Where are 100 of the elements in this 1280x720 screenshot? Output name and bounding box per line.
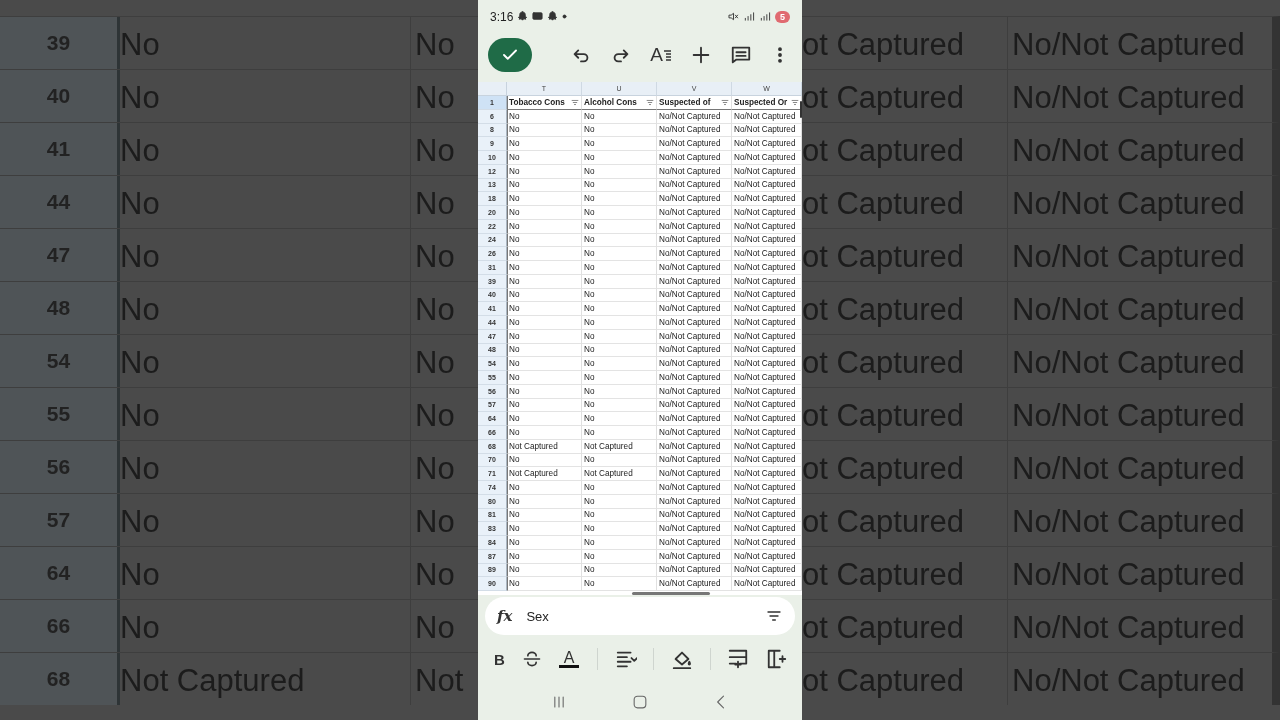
table-cell[interactable]: No bbox=[507, 371, 582, 385]
table-cell[interactable]: No bbox=[582, 233, 657, 248]
table-cell[interactable]: No bbox=[507, 343, 582, 358]
scroll-thumb[interactable] bbox=[632, 592, 710, 595]
table-cell[interactable]: Not Captured bbox=[507, 467, 582, 481]
table-cell[interactable]: No bbox=[582, 219, 657, 234]
table-cell[interactable]: No bbox=[507, 247, 582, 261]
table-cell[interactable]: No bbox=[582, 247, 657, 261]
comment-icon[interactable] bbox=[730, 44, 752, 66]
table-cell[interactable]: No bbox=[507, 109, 582, 124]
table-cell[interactable]: Not Captured bbox=[582, 467, 657, 481]
strikethrough-icon[interactable] bbox=[521, 649, 542, 669]
table-cell[interactable]: No bbox=[582, 288, 657, 303]
header-cell[interactable]: Suspected of bbox=[657, 96, 732, 110]
table-cell[interactable]: No/Not Captured bbox=[657, 192, 732, 206]
table-cell[interactable]: No bbox=[582, 371, 657, 385]
table-cell[interactable]: No bbox=[582, 426, 657, 440]
insert-row-icon[interactable] bbox=[727, 648, 750, 670]
table-cell[interactable]: No bbox=[582, 453, 657, 468]
table-cell[interactable]: No bbox=[582, 261, 657, 275]
table-cell[interactable]: No/Not Captured bbox=[657, 481, 732, 495]
table-cell[interactable]: No/Not Captured bbox=[657, 219, 732, 234]
table-cell[interactable]: No bbox=[507, 219, 582, 234]
confirm-button[interactable] bbox=[488, 38, 532, 72]
table-cell[interactable]: No bbox=[507, 494, 582, 509]
table-cell[interactable]: No bbox=[582, 384, 657, 399]
table-cell[interactable]: No/Not Captured bbox=[657, 536, 732, 550]
table-cell[interactable]: No bbox=[582, 206, 657, 220]
table-cell[interactable]: No bbox=[582, 192, 657, 206]
table-cell[interactable]: No bbox=[582, 109, 657, 124]
table-cell[interactable]: No bbox=[507, 426, 582, 440]
table-cell[interactable]: No bbox=[582, 151, 657, 165]
table-cell[interactable]: No bbox=[507, 123, 582, 138]
table-cell[interactable]: No/Not Captured bbox=[657, 384, 732, 399]
table-cell[interactable]: No bbox=[582, 274, 657, 289]
table-cell[interactable]: No/Not Captured bbox=[657, 109, 732, 124]
table-cell[interactable]: No bbox=[507, 329, 582, 344]
table-cell[interactable]: No/Not Captured bbox=[657, 329, 732, 344]
table-cell[interactable]: No/Not Captured bbox=[657, 137, 732, 151]
table-cell[interactable]: No bbox=[507, 151, 582, 165]
insert-column-icon[interactable] bbox=[765, 648, 788, 670]
table-cell[interactable]: No/Not Captured bbox=[657, 123, 732, 138]
table-cell[interactable]: No bbox=[582, 563, 657, 578]
table-cell[interactable]: No/Not Captured bbox=[657, 164, 732, 179]
table-cell[interactable]: No/Not Captured bbox=[657, 412, 732, 426]
table-cell[interactable]: No bbox=[507, 316, 582, 330]
table-cell[interactable]: No bbox=[582, 549, 657, 564]
table-cell[interactable]: No bbox=[582, 398, 657, 413]
table-cell[interactable]: No/Not Captured bbox=[657, 549, 732, 564]
text-format-button[interactable]: A bbox=[650, 44, 672, 66]
table-cell[interactable]: No bbox=[582, 522, 657, 536]
table-cell[interactable]: No/Not Captured bbox=[657, 274, 732, 289]
table-cell[interactable]: No/Not Captured bbox=[657, 453, 732, 468]
table-cell[interactable]: No bbox=[507, 192, 582, 206]
table-cell[interactable]: No bbox=[507, 261, 582, 275]
table-cell[interactable]: No/Not Captured bbox=[657, 302, 732, 316]
table-cell[interactable]: No/Not Captured bbox=[657, 357, 732, 371]
table-cell[interactable]: No bbox=[507, 398, 582, 413]
table-cell[interactable]: No/Not Captured bbox=[657, 398, 732, 413]
bold-button[interactable]: B bbox=[494, 650, 505, 668]
formula-bar[interactable]: fx Sex bbox=[485, 597, 795, 635]
table-cell[interactable]: No bbox=[507, 288, 582, 303]
table-cell[interactable]: No bbox=[582, 316, 657, 330]
table-cell[interactable]: No/Not Captured bbox=[657, 261, 732, 275]
table-cell[interactable]: No bbox=[507, 302, 582, 316]
table-cell[interactable]: No/Not Captured bbox=[657, 439, 732, 454]
table-cell[interactable]: No bbox=[507, 206, 582, 220]
table-cell[interactable]: No bbox=[582, 164, 657, 179]
table-cell[interactable]: No bbox=[507, 164, 582, 179]
table-cell[interactable]: No bbox=[507, 384, 582, 399]
table-cell[interactable]: No bbox=[582, 329, 657, 344]
table-cell[interactable]: No bbox=[582, 343, 657, 358]
table-cell[interactable]: No/Not Captured bbox=[657, 178, 732, 193]
table-cell[interactable]: No bbox=[507, 549, 582, 564]
table-cell[interactable]: No bbox=[507, 536, 582, 550]
text-color-button[interactable]: A bbox=[558, 650, 581, 668]
table-cell[interactable]: No bbox=[582, 536, 657, 550]
table-cell[interactable]: No bbox=[507, 274, 582, 289]
table-cell[interactable]: No/Not Captured bbox=[657, 206, 732, 220]
table-cell[interactable]: Not Captured bbox=[582, 439, 657, 454]
table-cell[interactable]: No/Not Captured bbox=[657, 316, 732, 330]
table-cell[interactable]: No bbox=[507, 481, 582, 495]
table-cell[interactable]: No bbox=[507, 178, 582, 193]
table-cell[interactable]: No bbox=[582, 508, 657, 523]
table-cell[interactable]: No/Not Captured bbox=[657, 371, 732, 385]
table-cell[interactable]: No/Not Captured bbox=[657, 563, 732, 578]
table-cell[interactable]: No bbox=[582, 302, 657, 316]
table-cell[interactable]: No/Not Captured bbox=[657, 343, 732, 358]
table-cell[interactable]: No/Not Captured bbox=[657, 288, 732, 303]
table-cell[interactable]: No bbox=[582, 412, 657, 426]
table-cell[interactable]: No bbox=[507, 233, 582, 248]
table-cell[interactable]: No bbox=[582, 357, 657, 371]
table-cell[interactable]: No bbox=[582, 123, 657, 138]
table-cell[interactable]: No/Not Captured bbox=[657, 426, 732, 440]
table-cell[interactable]: No bbox=[582, 178, 657, 193]
table-cell[interactable]: No/Not Captured bbox=[657, 522, 732, 536]
table-cell[interactable]: No bbox=[582, 481, 657, 495]
table-cell[interactable]: No/Not Captured bbox=[657, 233, 732, 248]
table-cell[interactable]: No bbox=[582, 494, 657, 509]
table-cell[interactable]: No bbox=[582, 137, 657, 151]
